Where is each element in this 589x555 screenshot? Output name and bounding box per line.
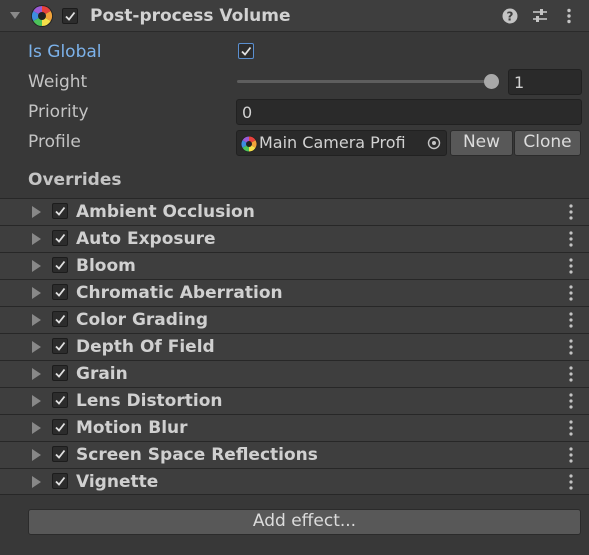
weight-field[interactable]: 1 bbox=[508, 69, 582, 95]
add-effect-button[interactable]: Add effect... bbox=[28, 509, 581, 535]
overrides-list: Ambient Occlusion Auto Exposure Bloom Chrom… bbox=[0, 198, 589, 495]
kebab-menu-icon[interactable] bbox=[560, 7, 578, 25]
override-row[interactable]: Depth Of Field bbox=[0, 333, 589, 360]
override-row[interactable]: Chromatic Aberration bbox=[0, 279, 589, 306]
expand-arrow-icon[interactable] bbox=[32, 206, 41, 218]
kebab-menu-icon[interactable] bbox=[569, 419, 573, 437]
override-enabled-checkbox[interactable] bbox=[52, 419, 68, 435]
kebab-menu-icon[interactable] bbox=[569, 203, 573, 221]
profile-value: Main Camera Profi bbox=[259, 133, 406, 152]
presets-icon[interactable] bbox=[531, 7, 549, 25]
overrides-title: Overrides bbox=[28, 170, 122, 190]
expand-arrow-icon[interactable] bbox=[32, 422, 41, 434]
override-label: Vignette bbox=[76, 472, 159, 492]
new-profile-button[interactable]: New bbox=[450, 130, 513, 156]
override-row[interactable]: Vignette bbox=[0, 468, 589, 495]
kebab-menu-icon[interactable] bbox=[569, 257, 573, 275]
kebab-menu-icon[interactable] bbox=[569, 365, 573, 383]
weight-slider-thumb[interactable] bbox=[484, 74, 499, 89]
override-label: Chromatic Aberration bbox=[76, 283, 283, 303]
priority-field[interactable]: 0 bbox=[236, 99, 582, 125]
override-enabled-checkbox[interactable] bbox=[52, 446, 68, 462]
expand-arrow-icon[interactable] bbox=[32, 368, 41, 380]
help-icon[interactable]: ? bbox=[501, 7, 519, 25]
weight-label: Weight bbox=[28, 72, 88, 92]
override-row[interactable]: Screen Space Reflections bbox=[0, 441, 589, 468]
override-row[interactable]: Motion Blur bbox=[0, 414, 589, 441]
kebab-menu-icon[interactable] bbox=[569, 392, 573, 410]
expand-arrow-icon[interactable] bbox=[32, 395, 41, 407]
override-label: Screen Space Reflections bbox=[76, 445, 318, 465]
is-global-checkbox[interactable] bbox=[238, 43, 254, 59]
object-picker-icon[interactable] bbox=[427, 136, 441, 150]
expand-arrow-icon[interactable] bbox=[32, 476, 41, 488]
profile-object-field[interactable]: Main Camera Profi bbox=[236, 130, 447, 156]
expand-arrow-icon[interactable] bbox=[32, 287, 41, 299]
kebab-menu-icon[interactable] bbox=[569, 338, 573, 356]
override-enabled-checkbox[interactable] bbox=[52, 365, 68, 381]
override-row[interactable]: Lens Distortion bbox=[0, 387, 589, 414]
svg-text:?: ? bbox=[507, 10, 514, 24]
override-enabled-checkbox[interactable] bbox=[52, 473, 68, 489]
override-enabled-checkbox[interactable] bbox=[52, 230, 68, 246]
component-title: Post-process Volume bbox=[90, 6, 291, 26]
fold-arrow-icon[interactable] bbox=[10, 12, 20, 19]
override-label: Motion Blur bbox=[76, 418, 188, 438]
component-header[interactable]: Post-process Volume ? bbox=[0, 0, 589, 32]
override-row[interactable]: Bloom bbox=[0, 252, 589, 279]
override-label: Color Grading bbox=[76, 310, 209, 330]
override-enabled-checkbox[interactable] bbox=[52, 257, 68, 273]
override-label: Grain bbox=[76, 364, 128, 384]
expand-arrow-icon[interactable] bbox=[32, 233, 41, 245]
override-enabled-checkbox[interactable] bbox=[52, 338, 68, 354]
override-label: Auto Exposure bbox=[76, 229, 216, 249]
override-enabled-checkbox[interactable] bbox=[52, 311, 68, 327]
is-global-label: Is Global bbox=[28, 42, 102, 62]
override-row[interactable]: Ambient Occlusion bbox=[0, 198, 589, 225]
kebab-menu-icon[interactable] bbox=[569, 284, 573, 302]
override-label: Lens Distortion bbox=[76, 391, 223, 411]
expand-arrow-icon[interactable] bbox=[32, 341, 41, 353]
post-process-volume-icon bbox=[31, 5, 53, 27]
override-label: Depth Of Field bbox=[76, 337, 215, 357]
clone-profile-button[interactable]: Clone bbox=[514, 130, 581, 156]
override-row[interactable]: Grain bbox=[0, 360, 589, 387]
kebab-menu-icon[interactable] bbox=[569, 311, 573, 329]
override-row[interactable]: Auto Exposure bbox=[0, 225, 589, 252]
override-enabled-checkbox[interactable] bbox=[52, 392, 68, 408]
priority-label: Priority bbox=[28, 102, 89, 122]
override-label: Ambient Occlusion bbox=[76, 202, 255, 222]
post-process-profile-icon bbox=[240, 135, 258, 153]
expand-arrow-icon[interactable] bbox=[32, 260, 41, 272]
expand-arrow-icon[interactable] bbox=[32, 314, 41, 326]
override-row[interactable]: Color Grading bbox=[0, 306, 589, 333]
override-enabled-checkbox[interactable] bbox=[52, 203, 68, 219]
expand-arrow-icon[interactable] bbox=[32, 449, 41, 461]
kebab-menu-icon[interactable] bbox=[569, 473, 573, 491]
component-enabled-checkbox[interactable] bbox=[62, 8, 78, 24]
kebab-menu-icon[interactable] bbox=[569, 230, 573, 248]
override-label: Bloom bbox=[76, 256, 136, 276]
profile-label: Profile bbox=[28, 132, 81, 152]
weight-slider-track[interactable] bbox=[237, 80, 494, 83]
kebab-menu-icon[interactable] bbox=[569, 446, 573, 464]
override-enabled-checkbox[interactable] bbox=[52, 284, 68, 300]
